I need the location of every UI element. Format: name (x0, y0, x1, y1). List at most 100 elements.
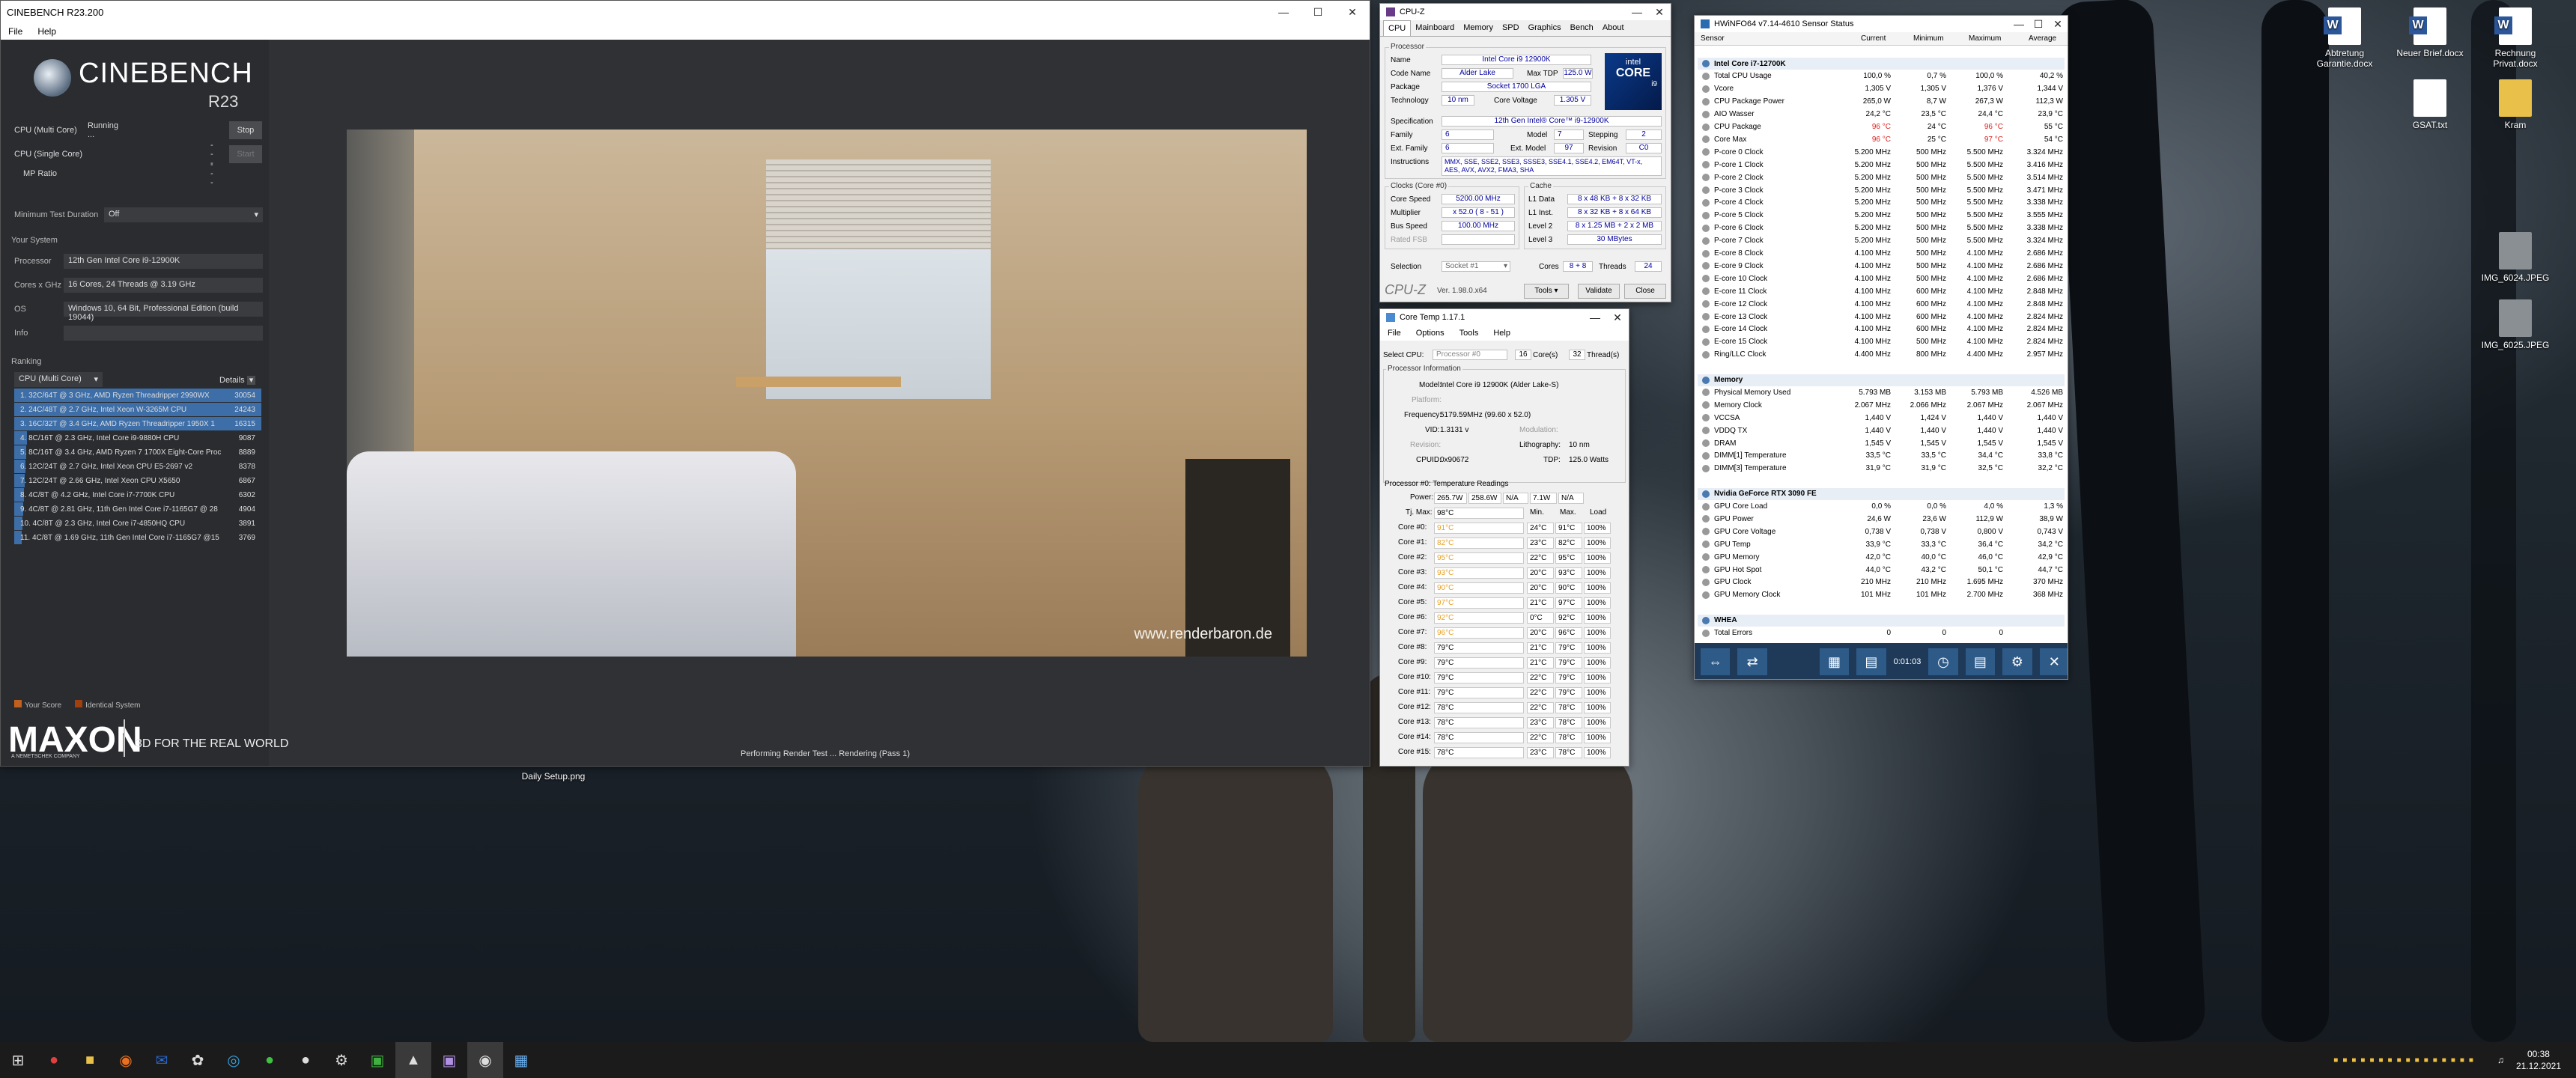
sensor-row[interactable]: VCCSA 1,440 V 1,424 V 1,440 V 1,440 V (1698, 412, 2065, 424)
app-icon[interactable]: ▲ (395, 1042, 431, 1078)
menu-help[interactable]: Help (1486, 329, 1518, 338)
network-icon[interactable]: ▦ (1819, 648, 1850, 675)
close-icon[interactable]: ✕ (2039, 648, 2068, 675)
system-info-field[interactable] (64, 326, 263, 341)
tab-memory[interactable]: Memory (1459, 20, 1498, 36)
column-header[interactable]: Maximum (1969, 34, 2001, 43)
clock[interactable]: 00:38 21.12.2021 (2516, 1048, 2561, 1072)
cinebench-icon[interactable]: ◉ (467, 1042, 503, 1078)
app-icon[interactable]: ▣ (359, 1042, 395, 1078)
sensor-row[interactable]: E-core 13 Clock 4.100 MHz 600 MHz 4.100 MHz… (1698, 311, 2065, 323)
close-button[interactable]: Close (1624, 284, 1666, 299)
ranking-row[interactable]: 9. 4C/8T @ 2.81 GHz, 11th Gen Intel Core… (14, 502, 261, 516)
tray-icons[interactable]: ■■■■■■■■■■■■■■■■ (2333, 1056, 2478, 1065)
arrows-collapse-icon[interactable]: ⇄ (1737, 648, 1767, 675)
tab-graphics[interactable]: Graphics (1524, 20, 1566, 36)
sensor-row[interactable]: E-core 9 Clock 4.100 MHz 500 MHz 4.100 MHz 2… (1698, 260, 2065, 272)
sensor-row[interactable]: GPU Memory 42,0 °C 40,0 °C 46,0 °C 42,9 °C (1698, 551, 2065, 563)
cpuz-icon[interactable]: ▣ (431, 1042, 467, 1078)
sensor-row[interactable]: Physical Memory Used 5.793 MB 3.153 MB 5.79… (1698, 386, 2065, 398)
ranking-row[interactable]: 11. 4C/8T @ 1.69 GHz, 11th Gen Intel Cor… (14, 531, 261, 544)
sensor-row[interactable]: VDDQ TX 1,440 V 1,440 V 1,440 V 1,440 V (1698, 424, 2065, 436)
sensor-row[interactable]: E-core 11 Clock 4.100 MHz 600 MHz 4.100 MHz… (1698, 285, 2065, 297)
sensor-row[interactable]: P-core 0 Clock 5.200 MHz 500 MHz 5.500 MHz 3… (1698, 146, 2065, 158)
ranking-row[interactable]: 6. 12C/24T @ 2.7 GHz, Intel Xeon CPU E5-… (14, 460, 261, 473)
details-button[interactable]: Details ▾ (219, 375, 256, 385)
min-test-select[interactable]: Off ▾ (104, 207, 263, 222)
sensor-row[interactable]: GPU Memory Clock 101 MHz 101 MHz 2.700 MHz 3… (1698, 589, 2065, 601)
menu-help[interactable]: Help (30, 26, 64, 37)
ranking-row[interactable]: 10. 4C/8T @ 2.3 GHz, Intel Core i7-4850H… (14, 517, 261, 530)
menu-tools[interactable]: Tools (1452, 329, 1486, 338)
tab-spd[interactable]: SPD (1498, 20, 1524, 36)
report-icon[interactable]: ▤ (1965, 648, 1996, 675)
sensor-row[interactable]: E-core 14 Clock 4.100 MHz 600 MHz 4.100 MHz… (1698, 323, 2065, 335)
tab-mainboard[interactable]: Mainboard (1411, 20, 1459, 36)
steam-icon[interactable]: ⚙ (323, 1042, 359, 1078)
close-button[interactable]: ✕ (1335, 1, 1370, 23)
app-icon[interactable]: ● (252, 1042, 288, 1078)
sensor-row[interactable]: DIMM[1] Temperature 33,5 °C 33,5 °C 34,4 °C… (1698, 450, 2065, 462)
ranking-row[interactable]: 1. 32C/64T @ 3 GHz, AMD Ryzen Threadripp… (14, 389, 261, 402)
sensor-row[interactable]: E-core 8 Clock 4.100 MHz 500 MHz 4.100 MHz 2… (1698, 248, 2065, 260)
start-button[interactable]: Start (229, 145, 262, 163)
firefox-icon[interactable]: ◉ (108, 1042, 144, 1078)
desktop-icon-file[interactable]: GSAT.txt (2389, 79, 2471, 130)
maximize-button[interactable]: ☐ (1301, 1, 1335, 23)
sensor-group[interactable]: Intel Core i7-12700K (1698, 58, 2065, 70)
desktop-icon-file[interactable]: Abtretung Garantie.docx (2303, 7, 2386, 69)
sensor-row[interactable]: DIMM[3] Temperature 31,9 °C 31,9 °C 32,5 °C… (1698, 463, 2065, 475)
ranking-row[interactable]: 3. 16C/32T @ 3.4 GHz, AMD Ryzen Threadri… (14, 417, 261, 430)
menu-file[interactable]: File (1, 26, 30, 37)
minimize-button[interactable]: — (1266, 1, 1301, 23)
minimize-button[interactable]: — (2009, 16, 2029, 32)
sensor-row[interactable]: Memory Clock 2.067 MHz 2.066 MHz 2.067 MHz 2… (1698, 399, 2065, 411)
sensor-row[interactable]: Vcore 1,305 V 1,305 V 1,376 V 1,344 V (1698, 83, 2065, 95)
column-header[interactable]: Average (2029, 34, 2056, 43)
maximize-button[interactable]: ☐ (2029, 16, 2048, 32)
sensor-row[interactable]: P-core 6 Clock 5.200 MHz 500 MHz 5.500 MHz 3… (1698, 222, 2065, 234)
menu-file[interactable]: File (1380, 329, 1409, 338)
gear-icon[interactable]: ⚙ (2002, 648, 2032, 675)
desktop-icon-file[interactable]: Rechnung Privat.docx (2474, 7, 2557, 69)
sensor-row[interactable]: GPU Core Load 0,0 % 0,0 % 4,0 % 1,3 % (1698, 501, 2065, 513)
cpu-select[interactable]: Processor #0 (1433, 350, 1507, 360)
ranking-row[interactable]: 8. 4C/8T @ 4.2 GHz, Intel Core i7-7700K … (14, 488, 261, 502)
ranking-row[interactable]: 4. 8C/16T @ 2.3 GHz, Intel Core i9-9880H… (14, 431, 261, 445)
speaker-icon[interactable]: ♫ (2497, 1055, 2504, 1065)
ranking-row[interactable]: 5. 8C/16T @ 3.4 GHz, AMD Ryzen 7 1700X E… (14, 445, 261, 459)
desktop-icon-file[interactable]: IMG_6025.JPEG (2474, 299, 2557, 350)
tab-bench[interactable]: Bench (1566, 20, 1598, 36)
sensor-row[interactable]: CPU Package 96 °C 24 °C 96 °C 55 °C (1698, 121, 2065, 133)
close-button[interactable]: ✕ (2048, 16, 2068, 32)
sensor-row[interactable]: P-core 4 Clock 5.200 MHz 500 MHz 5.500 MHz 3… (1698, 197, 2065, 209)
sensor-row[interactable]: Total Errors 0 0 0 (1698, 627, 2065, 639)
sensor-group[interactable]: Nvidia GeForce RTX 3090 FE (1698, 487, 2065, 500)
sensor-row[interactable]: AIO Wasser 24,2 °C 23,5 °C 24,4 °C 23,9 °C (1698, 109, 2065, 121)
close-button[interactable]: ✕ (1606, 309, 1629, 326)
desktop-icon-file[interactable]: Daily Setup.png (512, 771, 595, 789)
sensor-row[interactable]: P-core 3 Clock 5.200 MHz 500 MHz 5.500 MHz 3… (1698, 184, 2065, 196)
column-header[interactable]: Current (1861, 34, 1886, 43)
minimize-button[interactable]: — (1626, 4, 1648, 20)
sensor-row[interactable]: GPU Temp 33,9 °C 33,3 °C 36,4 °C 34,2 °C (1698, 538, 2065, 550)
stop-button[interactable]: Stop (229, 121, 262, 139)
sensor-row[interactable]: E-core 15 Clock 4.100 MHz 500 MHz 4.100 MHz… (1698, 336, 2065, 348)
tools-button[interactable]: Tools ▾ (1524, 284, 1569, 299)
app-icon[interactable]: ● (36, 1042, 72, 1078)
arrows-left-right-icon[interactable]: ⇔ (1701, 648, 1731, 675)
sensor-row[interactable]: CPU Package Power 265,0 W 8,7 W 267,3 W 112,… (1698, 96, 2065, 108)
minimize-button[interactable]: — (1584, 309, 1606, 326)
outlook-icon[interactable]: ✉ (144, 1042, 180, 1078)
ranking-row[interactable]: 7. 12C/24T @ 2.66 GHz, Intel Xeon CPU X5… (14, 474, 261, 487)
sensor-row[interactable]: Total CPU Usage 100,0 % 0,7 % 100,0 % 40,2 % (1698, 70, 2065, 82)
sensor-row[interactable]: E-core 10 Clock 4.100 MHz 500 MHz 4.100 MHz… (1698, 272, 2065, 284)
validate-button[interactable]: Validate (1578, 284, 1620, 299)
folder-icon[interactable]: ■ (72, 1042, 108, 1078)
sensor-group[interactable]: WHEA (1698, 614, 2065, 627)
monitor-icon[interactable]: ▤ (1856, 648, 1886, 675)
sensor-row[interactable]: P-core 2 Clock 5.200 MHz 500 MHz 5.500 MHz 3… (1698, 171, 2065, 183)
sensor-row[interactable]: Core Max 96 °C 25 °C 97 °C 54 °C (1698, 133, 2065, 145)
app-icon[interactable]: ✿ (180, 1042, 216, 1078)
sensor-row[interactable]: P-core 1 Clock 5.200 MHz 500 MHz 5.500 MHz 3… (1698, 159, 2065, 171)
